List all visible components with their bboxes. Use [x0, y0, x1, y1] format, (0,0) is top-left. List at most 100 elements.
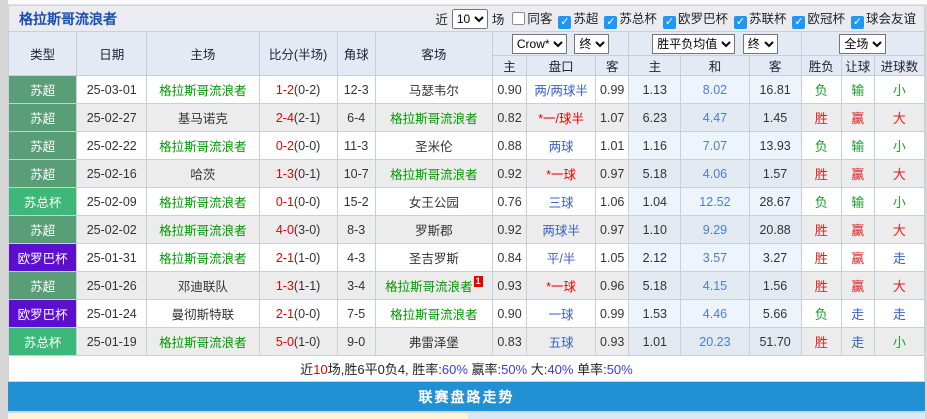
- filter-checkbox-球会友谊[interactable]: ✓: [851, 16, 864, 29]
- odds-stage-select[interactable]: 终: [574, 34, 609, 54]
- away-team[interactable]: 圣吉罗斯: [375, 244, 492, 272]
- result-handicap: 赢: [841, 104, 874, 132]
- corners: 10-7: [337, 160, 375, 188]
- away-team[interactable]: 马瑟韦尔: [375, 76, 492, 104]
- avg-stage-select[interactable]: 终: [743, 34, 778, 54]
- sub-header-lose: 客: [749, 56, 801, 76]
- filter-checkbox-同客[interactable]: [512, 12, 525, 25]
- avg-draw-odds: 7.07: [681, 132, 749, 160]
- sub-header-result: 胜负: [801, 56, 841, 76]
- away-team[interactable]: 女王公园: [375, 188, 492, 216]
- away-team[interactable]: 圣米伦: [375, 132, 492, 160]
- avg-win-odds: 1.10: [629, 216, 681, 244]
- avg-lose-odds: 20.88: [749, 216, 801, 244]
- avg-lose-odds: 1.57: [749, 160, 801, 188]
- avg-source-select[interactable]: 胜平负均值: [652, 34, 735, 54]
- scope-select-cell: 全场: [801, 32, 924, 56]
- result-winlose: 胜: [801, 272, 841, 300]
- table-row: 苏总杯 25-01-19 格拉斯哥流浪者 5-0(1-0) 9-0 弗雷泽堡 0…: [9, 328, 925, 356]
- avg-lose-odds: 5.66: [749, 300, 801, 328]
- avg-win-odds: 1.04: [629, 188, 681, 216]
- result-goals: 小: [874, 188, 924, 216]
- near-count-select[interactable]: 10: [452, 9, 488, 29]
- handicap-odds-away: 1.06: [596, 188, 629, 216]
- corners: 12-3: [337, 76, 375, 104]
- corners: 6-4: [337, 104, 375, 132]
- league-trend-button[interactable]: 联赛盘路走势: [8, 382, 925, 411]
- home-team[interactable]: 基马诺克: [147, 104, 259, 132]
- avg-draw-odds: 4.47: [681, 104, 749, 132]
- sub-header-goals-result: 进球数: [874, 56, 924, 76]
- match-date: 25-02-02: [77, 216, 147, 244]
- avg-lose-odds: 1.56: [749, 272, 801, 300]
- home-team[interactable]: 曼彻斯特联: [147, 300, 259, 328]
- home-team[interactable]: 格拉斯哥流浪者: [147, 132, 259, 160]
- avg-draw-odds: 8.02: [681, 76, 749, 104]
- avg-lose-odds: 1.45: [749, 104, 801, 132]
- result-goals: 大: [874, 160, 924, 188]
- sub-header-odds-home: 主: [492, 56, 526, 76]
- league-type-cell: 苏超: [9, 132, 77, 160]
- summary-segment: 40%: [547, 362, 573, 377]
- corners: 11-3: [337, 132, 375, 160]
- card-badge: 1: [474, 276, 483, 287]
- avg-draw-odds: 3.57: [681, 244, 749, 272]
- handicap-odds-away: 1.07: [596, 104, 629, 132]
- table-row: 苏超 25-02-27 基马诺克 2-4(2-1) 6-4 格拉斯哥流浪者 0.…: [9, 104, 925, 132]
- away-team[interactable]: 格拉斯哥流浪者: [375, 104, 492, 132]
- filter-checkbox-欧罗巴杯[interactable]: ✓: [663, 16, 676, 29]
- home-team[interactable]: 格拉斯哥流浪者: [147, 244, 259, 272]
- handicap-odds-home: 0.90: [492, 300, 526, 328]
- scope-select[interactable]: 全场: [839, 34, 886, 54]
- avg-win-odds: 1.01: [629, 328, 681, 356]
- away-team[interactable]: 格拉斯哥流浪者: [375, 300, 492, 328]
- home-team[interactable]: 格拉斯哥流浪者: [147, 216, 259, 244]
- avg-win-odds: 1.13: [629, 76, 681, 104]
- result-handicap: 赢: [841, 160, 874, 188]
- handicap-odds-away: 0.93: [596, 328, 629, 356]
- avg-lose-odds: 3.27: [749, 244, 801, 272]
- home-team[interactable]: 格拉斯哥流浪者: [147, 188, 259, 216]
- filter-checkbox-苏联杯[interactable]: ✓: [734, 16, 747, 29]
- sub-header-handicap: 盘口: [527, 56, 596, 76]
- next-section-right: [468, 413, 925, 419]
- table-row: 苏超 25-03-01 格拉斯哥流浪者 1-2(0-2) 12-3 马瑟韦尔 0…: [9, 76, 925, 104]
- avg-win-odds: 2.12: [629, 244, 681, 272]
- away-team[interactable]: 格拉斯哥流浪者1: [375, 272, 492, 300]
- summary-text: 近10场,胜6平0负4, 胜率:60% 赢率:50% 大:40% 单率:50%: [300, 359, 632, 378]
- summary-segment: 场,胜6平0负4, 胜率:: [328, 362, 442, 377]
- filter-controls: 近 10 场 同客✓苏超✓苏总杯✓欧罗巴杯✓苏联杯✓欧冠杯✓球会友谊: [435, 8, 916, 29]
- result-goals: 小: [874, 328, 924, 356]
- away-team[interactable]: 罗斯郡: [375, 216, 492, 244]
- match-date: 25-03-01: [77, 76, 147, 104]
- sub-header-handicap-result: 让球: [841, 56, 874, 76]
- result-winlose: 负: [801, 132, 841, 160]
- filter-checkbox-欧冠杯[interactable]: ✓: [792, 16, 805, 29]
- filter-checkbox-苏总杯[interactable]: ✓: [604, 16, 617, 29]
- matches-label: 场: [492, 9, 505, 28]
- avg-draw-odds: 4.06: [681, 160, 749, 188]
- table-row: 欧罗巴杯 25-01-31 格拉斯哥流浪者 2-1(1-0) 4-3 圣吉罗斯 …: [9, 244, 925, 272]
- league-type-cell: 欧罗巴杯: [9, 244, 77, 272]
- summary-segment: 单率:: [573, 362, 606, 377]
- home-team[interactable]: 哈茨: [147, 160, 259, 188]
- corners: 4-3: [337, 244, 375, 272]
- away-team[interactable]: 格拉斯哥流浪者: [375, 160, 492, 188]
- avg-lose-odds: 51.70: [749, 328, 801, 356]
- filter-label: 苏超: [573, 12, 598, 26]
- home-team[interactable]: 格拉斯哥流浪者: [147, 76, 259, 104]
- filter-checkbox-苏超[interactable]: ✓: [558, 16, 571, 29]
- filter-label: 苏总杯: [619, 12, 657, 26]
- match-date: 25-02-09: [77, 188, 147, 216]
- corners: 3-4: [337, 272, 375, 300]
- home-team[interactable]: 格拉斯哥流浪者: [147, 328, 259, 356]
- filter-label: 球会友谊: [866, 12, 916, 26]
- result-winlose: 胜: [801, 328, 841, 356]
- away-team[interactable]: 弗雷泽堡: [375, 328, 492, 356]
- odds-source-select[interactable]: Crow*: [512, 34, 567, 54]
- home-team[interactable]: 邓迪联队: [147, 272, 259, 300]
- sub-header-odds-away: 客: [596, 56, 629, 76]
- result-goals: 小: [874, 76, 924, 104]
- league-type-cell: 苏超: [9, 160, 77, 188]
- handicap-line: 平/半: [527, 244, 596, 272]
